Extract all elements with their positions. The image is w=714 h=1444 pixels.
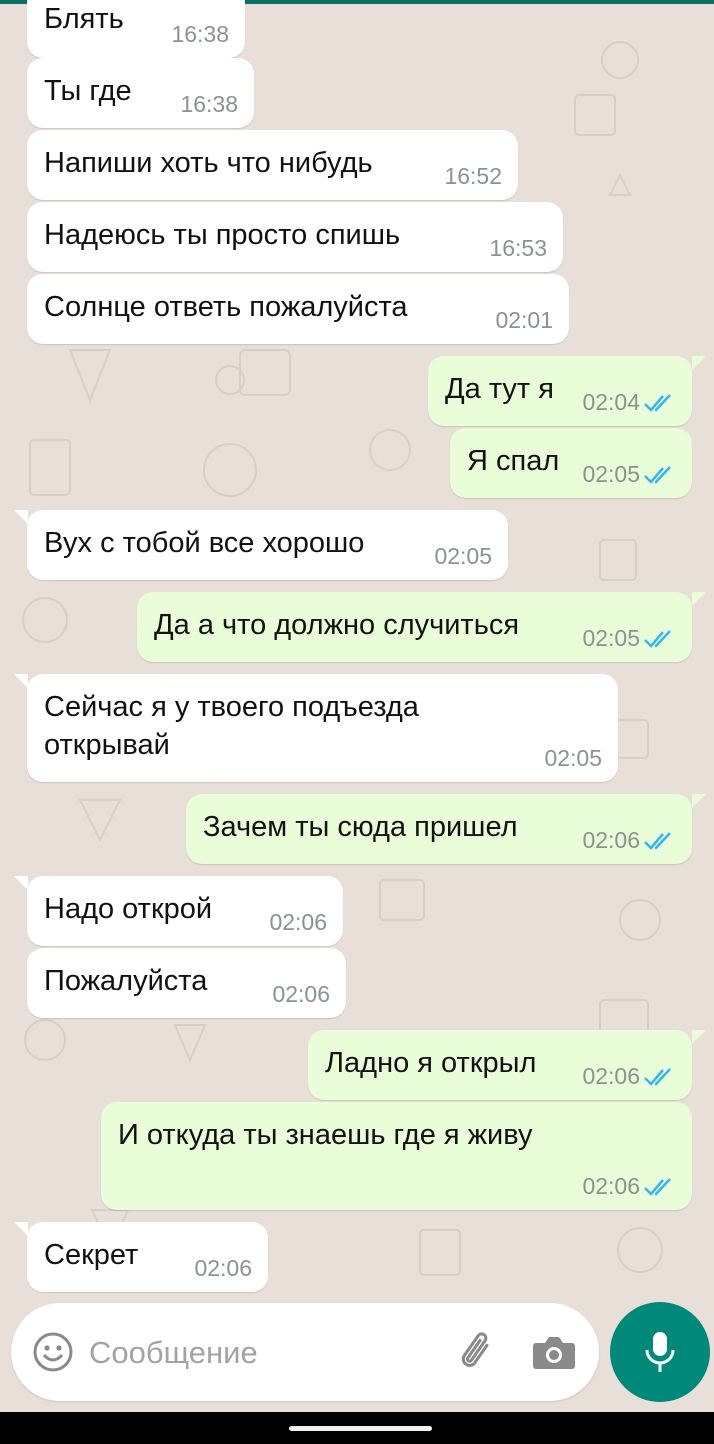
message-bubble-incoming[interactable]: Пожалуйста 02:06 — [27, 948, 346, 1018]
double-check-icon — [644, 832, 671, 850]
message-bubble-incoming[interactable]: Напиши хоть что нибудь 16:52 — [27, 130, 518, 200]
camera-icon[interactable] — [532, 1333, 576, 1371]
message-time: 16:53 — [489, 235, 547, 261]
message-time: 02:05 — [434, 543, 492, 569]
message-bubble-incoming[interactable]: Надо открой 02:06 — [27, 876, 343, 946]
message-bubble-incoming[interactable]: Солнце ответь пожалуйста 02:01 — [27, 274, 569, 344]
message-text: Надеюсь ты просто спишь — [44, 219, 401, 251]
double-check-icon — [644, 630, 671, 648]
message-input[interactable]: Сообщение — [89, 1335, 258, 1371]
message-text: Я спал — [467, 445, 560, 477]
message-bubble-incoming[interactable]: Блять 16:38 — [27, 0, 245, 58]
message-time: 02:06 — [194, 1255, 252, 1281]
message-text: Зачем ты сюда пришел — [203, 811, 518, 843]
message-text: Сейчас я у твоего подъезда открывай — [44, 691, 419, 761]
message-time: 02:05 — [582, 625, 640, 651]
message-text: Да тут я — [445, 373, 554, 405]
message-bubble-outgoing[interactable]: Да а что должно случиться 02:05 — [137, 592, 692, 662]
message-text: Да а что должно случиться — [154, 609, 520, 641]
double-check-icon — [644, 394, 671, 412]
bubble-tail — [14, 510, 28, 524]
message-text: Пожалуйста — [44, 965, 208, 997]
message-time: 16:38 — [180, 91, 238, 117]
double-check-icon — [644, 1068, 671, 1086]
smiley-icon[interactable] — [33, 1332, 73, 1372]
home-gesture-handle[interactable] — [289, 1426, 432, 1431]
message-time: 02:06 — [582, 1173, 640, 1199]
microphone-button[interactable] — [610, 1302, 710, 1402]
message-bubble-incoming[interactable]: Ты где 16:38 — [27, 58, 254, 128]
message-text: Ты где — [44, 75, 132, 107]
bubble-tail — [692, 356, 706, 370]
message-text: Солнце ответь пожалуйста — [44, 291, 408, 323]
message-bubble-incoming[interactable]: Секрет 02:06 — [27, 1222, 268, 1292]
message-bubble-outgoing[interactable]: И откуда ты знаешь где я живу 02:06 — [101, 1102, 692, 1210]
message-time: 02:06 — [269, 909, 327, 935]
message-time: 02:06 — [272, 981, 330, 1007]
message-bubble-incoming[interactable]: Сейчас я у твоего подъезда открывай 02:0… — [27, 674, 618, 782]
message-time: 02:05 — [544, 745, 602, 771]
bubble-tail — [14, 674, 28, 688]
paperclip-icon[interactable] — [455, 1329, 501, 1375]
message-composer[interactable]: Сообщение — [11, 1303, 599, 1401]
message-time: 16:52 — [444, 163, 502, 189]
message-bubble-outgoing[interactable]: Я спал 02:05 — [450, 428, 692, 498]
message-time: 02:04 — [582, 389, 640, 415]
message-bubble-outgoing[interactable]: Да тут я 02:04 — [428, 356, 692, 426]
bubble-tail — [692, 1030, 706, 1044]
bubble-tail — [14, 1222, 28, 1236]
message-time: 02:01 — [495, 307, 553, 333]
message-time: 02:06 — [582, 1063, 640, 1089]
bubble-tail — [692, 592, 706, 606]
message-bubble-outgoing[interactable]: Зачем ты сюда пришел 02:06 — [186, 794, 692, 864]
message-bubble-incoming[interactable]: Вух с тобой все хорошо 02:05 — [27, 510, 508, 580]
message-text: Напиши хоть что нибудь — [44, 147, 373, 179]
message-bubble-outgoing[interactable]: Ладно я открыл 02:06 — [308, 1030, 692, 1100]
message-time: 02:05 — [582, 461, 640, 487]
double-check-icon — [644, 1178, 671, 1196]
message-bubble-incoming[interactable]: Надеюсь ты просто спишь 16:53 — [27, 202, 563, 272]
message-time: 16:38 — [171, 21, 229, 47]
message-time: 02:06 — [582, 827, 640, 853]
double-check-icon — [644, 466, 671, 484]
message-text: Ладно я открыл — [325, 1047, 537, 1079]
microphone-icon — [645, 1332, 675, 1372]
message-text: Секрет — [44, 1239, 139, 1271]
message-list[interactable]: Блять 16:38 Ты где 16:38 Напиши хоть что… — [0, 0, 714, 1300]
message-text: Блять — [44, 3, 124, 35]
bubble-tail — [692, 794, 706, 808]
message-text: Вух с тобой все хорошо — [44, 527, 365, 559]
message-text: И откуда ты знаешь где я живу — [118, 1119, 533, 1151]
bubble-tail — [14, 876, 28, 890]
message-text: Надо открой — [44, 893, 213, 925]
